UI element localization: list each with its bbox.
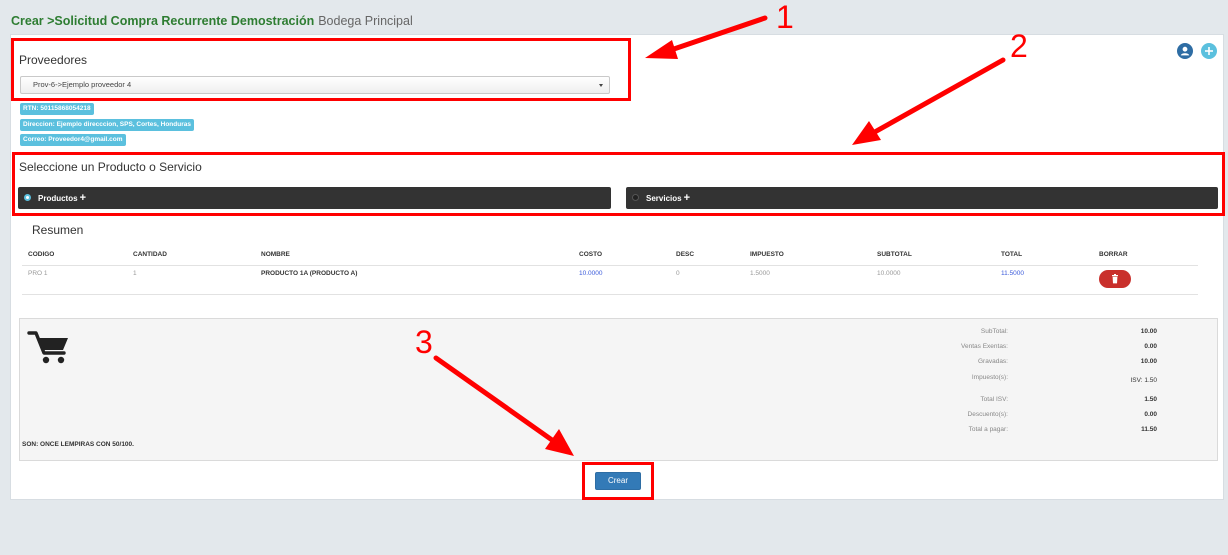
- arrow-3-shaft: [433, 355, 555, 443]
- arrow-1-shaft: [665, 15, 768, 54]
- annotation-number-1: 1: [776, 0, 794, 35]
- arrow-3-head: [545, 429, 574, 456]
- arrow-2-shaft: [870, 57, 1006, 136]
- arrow-1-head: [645, 40, 678, 59]
- annotation-arrows: [433, 15, 1006, 456]
- annotation-number-3: 3: [415, 324, 433, 360]
- annotation-number-2: 2: [1010, 28, 1028, 64]
